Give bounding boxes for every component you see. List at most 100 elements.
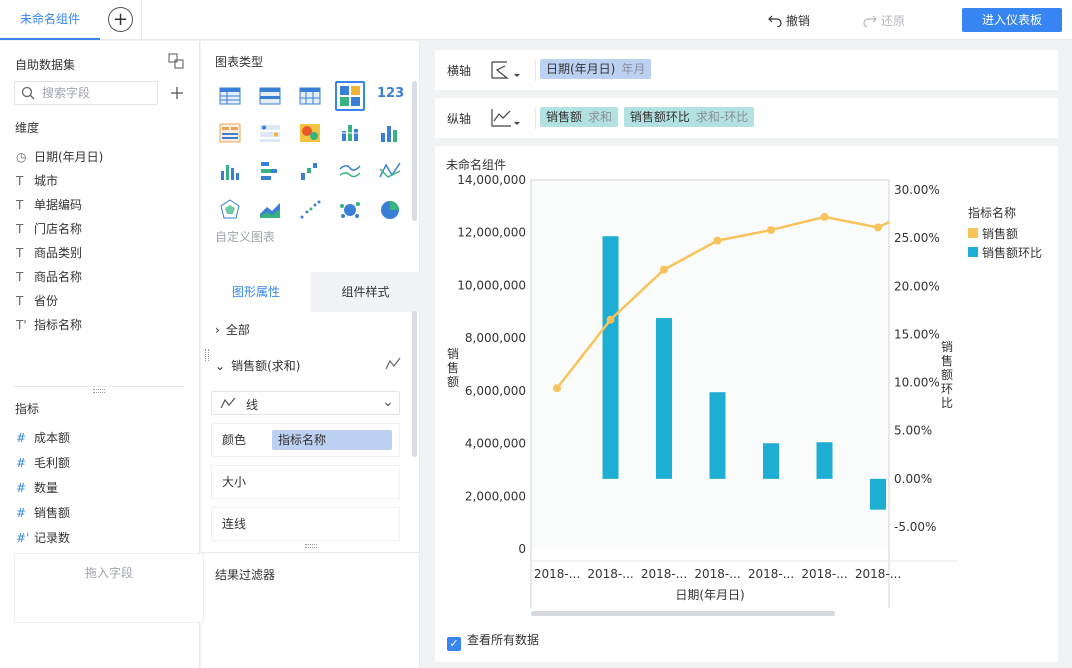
- dimension-field[interactable]: T 城市: [16, 171, 58, 191]
- grouped-bar-icon[interactable]: [378, 121, 402, 145]
- x-tick-label: 2018-...: [748, 567, 794, 581]
- text-icon: T: [16, 174, 24, 188]
- y-axis-field-pill[interactable]: 销售额环比 求和-环比: [623, 107, 755, 127]
- dimension-field[interactable]: T 省份: [16, 291, 58, 311]
- cross-table-icon[interactable]: [298, 84, 322, 108]
- left-tick-label: 10,000,000: [457, 278, 526, 292]
- properties-scrollbar[interactable]: [412, 311, 417, 457]
- switch-dataset-icon[interactable]: [168, 53, 184, 69]
- right-tick-label: 0.00%: [894, 472, 932, 486]
- chart-config-panel: 图表类型 123 自定义图表 图形属性 组件样式 › 全部 ⌄ 销售额(求和) 线 …: [201, 41, 420, 668]
- pill-label: 日期(年月日): [546, 62, 616, 76]
- waterfall-chart-icon[interactable]: [298, 159, 322, 183]
- line-chart-icon[interactable]: [338, 159, 362, 183]
- multi-line-icon[interactable]: [378, 159, 402, 183]
- legend-label: 销售额: [982, 226, 1018, 241]
- measure-field[interactable]: #' 记录数: [16, 528, 70, 548]
- radar-chart-icon[interactable]: [218, 198, 242, 222]
- color-field-pill[interactable]: 指标名称: [272, 430, 392, 450]
- custom-chart-label[interactable]: 自定义图表: [215, 228, 275, 245]
- field-label: 门店名称: [34, 222, 83, 236]
- field-label: 数量: [34, 481, 59, 495]
- x-axis-title: 日期(年月日): [675, 588, 744, 602]
- size-property[interactable]: 大小: [211, 465, 400, 499]
- left-tick-label: 14,000,000: [457, 173, 526, 187]
- left-tick-label: 4,000,000: [465, 437, 526, 451]
- y-axis-chart-type-icon[interactable]: [489, 106, 523, 130]
- all-label: 全部: [225, 323, 250, 337]
- measure-field[interactable]: # 毛利额: [16, 453, 70, 473]
- undo-label: 撤销: [786, 14, 811, 28]
- line-label: 连线: [222, 517, 247, 531]
- measure-mark-item[interactable]: ⌄ 销售额(求和): [215, 357, 404, 374]
- dimension-field[interactable]: T 商品类别: [16, 243, 82, 263]
- mark-type-value: 线: [246, 398, 259, 412]
- bubble-chart-icon[interactable]: [338, 198, 362, 222]
- redo-button[interactable]: 还原: [863, 12, 905, 29]
- measure-field[interactable]: # 销售额: [16, 503, 70, 523]
- right-axis-title-char: 销: [941, 340, 953, 354]
- field-label: 省份: [34, 294, 59, 308]
- resize-handle[interactable]: [93, 389, 105, 393]
- right-tick-label: 20.00%: [894, 279, 940, 293]
- dimension-field[interactable]: T 门店名称: [16, 219, 82, 239]
- heatmap-icon[interactable]: [298, 121, 322, 145]
- dimension-field[interactable]: ◷ 日期(年月日): [16, 147, 103, 167]
- result-filter-dropzone[interactable]: 拖入字段: [14, 553, 204, 623]
- measure-field[interactable]: # 成本额: [16, 428, 70, 448]
- bar-chart-icon[interactable]: [218, 159, 242, 183]
- line-property[interactable]: 连线: [211, 507, 400, 541]
- group-table-icon[interactable]: [258, 84, 282, 108]
- resize-handle[interactable]: [305, 544, 317, 548]
- line-point: [553, 384, 561, 393]
- chart-types-scrollbar[interactable]: [412, 81, 417, 221]
- area-chart-icon[interactable]: [258, 198, 282, 222]
- y-axis-dropzone[interactable]: 销售额 求和 销售额环比 求和-环比: [535, 107, 1055, 129]
- pie-chart-icon[interactable]: [378, 198, 402, 222]
- undo-button[interactable]: 撤销: [768, 12, 810, 29]
- enter-dashboard-button[interactable]: 进入仪表板: [962, 8, 1062, 32]
- left-tick-label: 6,000,000: [465, 384, 526, 398]
- horizontal-bar-icon[interactable]: [258, 159, 282, 183]
- plot-background: [531, 180, 889, 549]
- search-placeholder: 搜索字段: [42, 86, 91, 100]
- add-tab-button[interactable]: +: [108, 7, 133, 32]
- auto-chart-icon: [340, 86, 360, 106]
- right-tick-label: 10.00%: [894, 376, 940, 390]
- kpi-chart-icon[interactable]: 123: [377, 86, 404, 110]
- measure-field[interactable]: # 数量: [16, 478, 58, 498]
- y-axis-field-pill[interactable]: 销售额 求和: [540, 107, 619, 127]
- auto-chart-option-selected[interactable]: [335, 81, 365, 111]
- dimension-field[interactable]: T' 指标名称: [16, 315, 82, 335]
- search-field-input[interactable]: 搜索字段: [14, 81, 158, 105]
- color-property[interactable]: 颜色 指标名称: [211, 423, 400, 457]
- chart-horizontal-scrollbar: [531, 611, 835, 616]
- add-field-icon[interactable]: [170, 86, 184, 100]
- dimension-field[interactable]: T 商品名称: [16, 267, 82, 287]
- side-resize-handle[interactable]: [205, 349, 209, 361]
- hash-icon: #: [16, 506, 27, 520]
- dimension-field[interactable]: T 单据编码: [16, 195, 82, 215]
- scatter-chart-icon[interactable]: [298, 198, 322, 222]
- mark-type-select[interactable]: 线 ⌄: [211, 391, 400, 415]
- all-marks-item[interactable]: › 全部: [215, 321, 404, 338]
- detail-table-icon[interactable]: [218, 121, 242, 145]
- x-tick-label: 2018-...: [534, 567, 580, 581]
- checkbox-checked-icon: ✓: [447, 637, 461, 651]
- tab-shape-properties[interactable]: 图形属性: [201, 272, 311, 312]
- stacked-bar-icon[interactable]: [338, 121, 362, 145]
- right-axis-title-char: 比: [941, 396, 953, 410]
- x-axis-chart-type-icon[interactable]: [489, 58, 523, 82]
- right-tick-label: 15.00%: [894, 327, 940, 341]
- hash-icon: #: [16, 456, 27, 470]
- bar-mark: [816, 442, 833, 479]
- x-axis-dropzone[interactable]: 日期(年月日) 年月: [535, 59, 1055, 81]
- redo-icon: [863, 15, 877, 28]
- tab-component-style[interactable]: 组件样式: [311, 272, 420, 312]
- component-tab[interactable]: 未命名组件: [0, 0, 100, 40]
- show-all-data-checkbox[interactable]: ✓ 查看所有数据: [447, 632, 539, 651]
- filter-table-icon[interactable]: [258, 121, 282, 145]
- table-chart-icon[interactable]: [218, 84, 242, 108]
- x-axis-field-pill[interactable]: 日期(年月日) 年月: [540, 59, 652, 79]
- left-axis-title-char: 售: [447, 360, 459, 375]
